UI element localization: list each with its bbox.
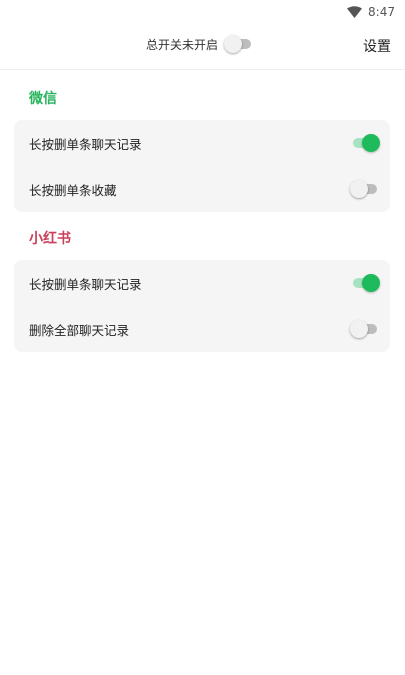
master-switch[interactable] (224, 34, 254, 54)
setting-row[interactable]: 长按删单条聊天记录 (14, 120, 390, 166)
setting-row[interactable]: 长按删单条聊天记录 (14, 260, 390, 306)
setting-label: 删除全部聊天记录 (29, 322, 130, 338)
status-time: 8:47 (368, 5, 395, 19)
settings-button[interactable]: 设置 (363, 36, 391, 56)
master-switch-label: 总开关未开启 (146, 37, 219, 52)
setting-switch[interactable] (350, 319, 380, 339)
setting-row[interactable]: 长按删单条收藏 (14, 166, 390, 212)
section-title-wechat: 微信 (29, 91, 57, 107)
setting-switch[interactable] (350, 133, 380, 153)
setting-row[interactable]: 删除全部聊天记录 (14, 306, 390, 352)
master-switch-group: 总开关未开启 (146, 34, 254, 54)
header-divider (0, 69, 405, 70)
section-card-wechat: 长按删单条聊天记录 长按删单条收藏 (14, 120, 390, 212)
switch-thumb (362, 274, 380, 292)
switch-thumb (350, 180, 368, 198)
setting-label: 长按删单条收藏 (29, 182, 117, 198)
setting-switch[interactable] (350, 179, 380, 199)
wifi-icon (347, 6, 363, 18)
setting-label: 长按删单条聊天记录 (29, 276, 142, 292)
section-title-xiaohongshu: 小红书 (29, 231, 71, 247)
section-card-xiaohongshu: 长按删单条聊天记录 删除全部聊天记录 (14, 260, 390, 352)
switch-thumb (362, 134, 380, 152)
status-bar: 8:47 (0, 0, 405, 24)
switch-thumb (224, 35, 243, 53)
switch-thumb (350, 320, 368, 338)
setting-label: 长按删单条聊天记录 (29, 136, 142, 152)
setting-switch[interactable] (350, 273, 380, 293)
top-bar: 总开关未开启 设置 (0, 28, 405, 64)
